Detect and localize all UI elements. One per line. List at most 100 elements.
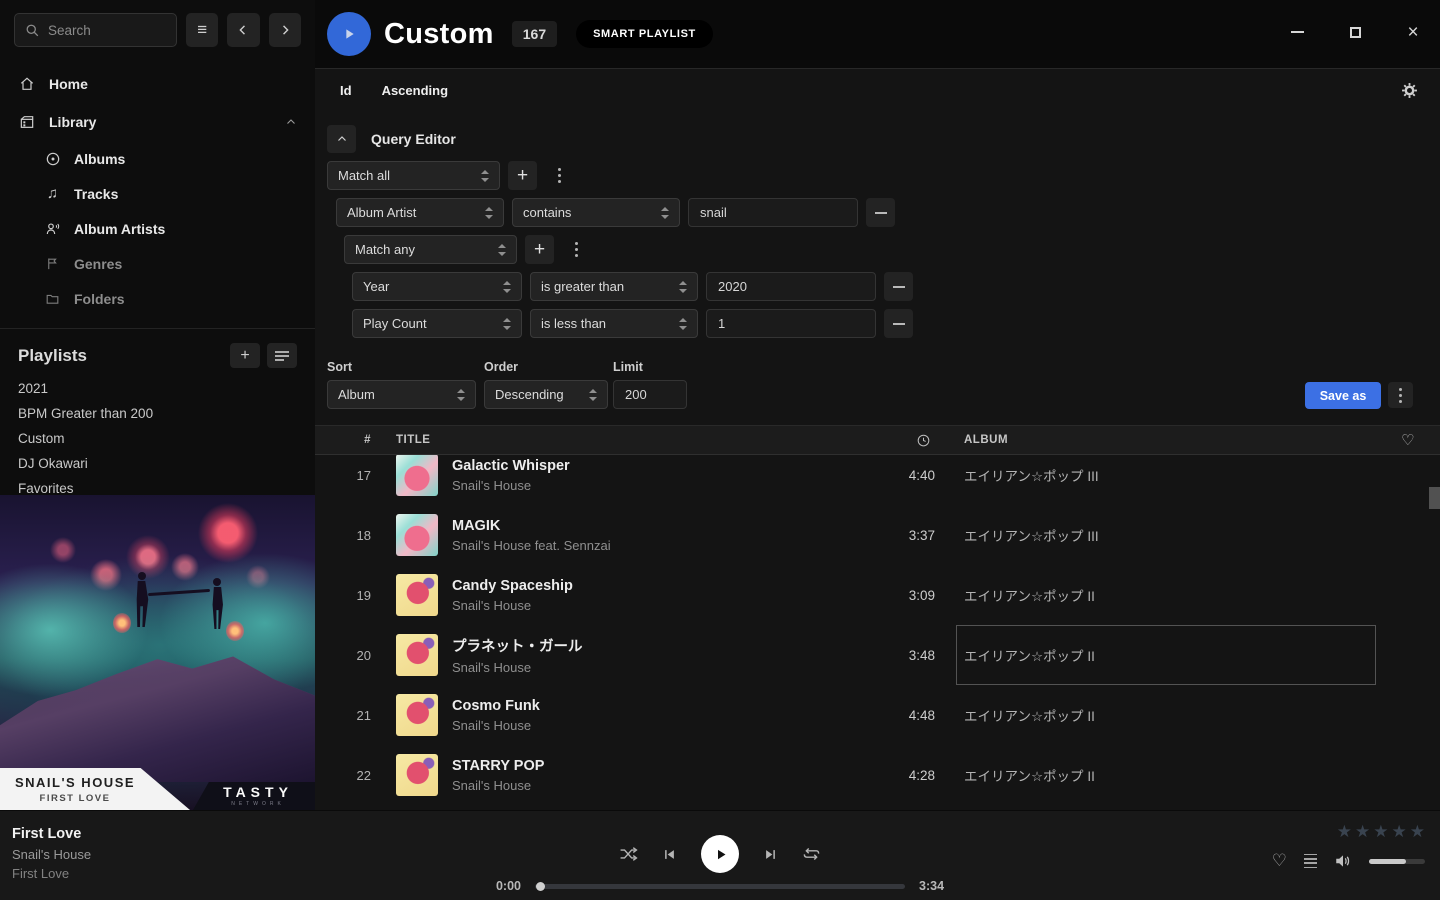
track-title[interactable]: MAGIK xyxy=(452,518,815,534)
sidebar-item-library[interactable]: Library xyxy=(0,103,315,141)
collapse-query-editor-button[interactable] xyxy=(327,125,356,153)
column-header-album[interactable]: ALBUM xyxy=(956,434,1376,446)
track-album[interactable]: エイリアン☆ポップ II xyxy=(956,685,1376,745)
add-playlist-button[interactable]: + xyxy=(230,343,260,368)
menu-button[interactable]: ≡ xyxy=(186,13,218,47)
remove-rule-button[interactable] xyxy=(884,309,913,338)
seek-slider[interactable] xyxy=(535,884,905,889)
star-icon[interactable]: ★ xyxy=(1410,822,1425,842)
remove-rule-button[interactable] xyxy=(866,198,895,227)
root-match-select[interactable]: Match all xyxy=(327,161,500,190)
track-artist[interactable]: Snail's House feat. Sennzai xyxy=(452,538,815,553)
track-artist[interactable]: Snail's House xyxy=(452,478,815,493)
playlist-item[interactable]: 2021 xyxy=(18,376,297,401)
rule-value-input[interactable] xyxy=(706,309,876,338)
previous-button[interactable] xyxy=(662,847,677,862)
playlist-item[interactable]: DJ Okawari xyxy=(18,451,297,476)
track-count-badge: 167 xyxy=(512,21,557,47)
maximize-button[interactable] xyxy=(1340,17,1370,47)
search-input[interactable] xyxy=(48,23,166,38)
repeat-button[interactable] xyxy=(802,846,821,862)
track-artist[interactable]: Snail's House xyxy=(452,778,815,793)
volume-slider[interactable] xyxy=(1369,859,1425,864)
table-row[interactable]: 18 MAGIK Snail's House feat. Sennzai 3:3… xyxy=(315,505,1440,565)
add-rule-button[interactable]: + xyxy=(508,161,537,190)
search-box[interactable] xyxy=(14,13,177,47)
forward-button[interactable] xyxy=(269,13,301,47)
favorite-button[interactable]: ♡ xyxy=(1272,851,1287,871)
star-icon[interactable]: ★ xyxy=(1392,822,1407,842)
sidebar-item-folders[interactable]: Folders xyxy=(0,281,315,316)
sidebar-item-home[interactable]: Home xyxy=(0,65,315,103)
minimize-button[interactable] xyxy=(1282,17,1312,47)
queue-button[interactable] xyxy=(1304,854,1317,869)
scrollbar-thumb[interactable] xyxy=(1429,487,1440,509)
table-row[interactable]: 20 プラネット・ガール Snail's House 3:48 エイリアン☆ポッ… xyxy=(315,625,1440,685)
rule-field-select[interactable]: Album Artist xyxy=(336,198,504,227)
rule-menu-button[interactable] xyxy=(545,161,574,190)
add-group-rule-button[interactable]: + xyxy=(525,235,554,264)
star-icon[interactable]: ★ xyxy=(1337,822,1352,842)
track-artist[interactable]: Snail's House xyxy=(452,598,815,613)
settings-button[interactable] xyxy=(1401,82,1418,99)
track-title[interactable]: Cosmo Funk xyxy=(452,698,815,714)
sidebar-item-album-artists[interactable]: Album Artists xyxy=(0,211,315,246)
track-title[interactable]: プラネット・ガール xyxy=(452,635,815,656)
shuffle-button[interactable] xyxy=(619,846,638,862)
sort-field-button[interactable]: Id xyxy=(340,83,352,98)
track-album[interactable]: エイリアン☆ポップ II xyxy=(956,625,1376,685)
track-album[interactable]: エイリアン☆ポップ III xyxy=(956,505,1376,565)
sidebar-item-genres[interactable]: Genres xyxy=(0,246,315,281)
track-album[interactable]: エイリアン☆ポップ III xyxy=(956,455,1376,505)
track-thumbnail xyxy=(396,694,438,736)
now-playing-album-art[interactable]: SNAIL'S HOUSE FIRST LOVE TASTY NETWORK xyxy=(0,495,315,810)
group-match-select[interactable]: Match any xyxy=(344,235,517,264)
rule-operator-select[interactable]: is less than xyxy=(530,309,698,338)
rule-operator-select[interactable]: is greater than xyxy=(530,272,698,301)
rule-operator-select[interactable]: contains xyxy=(512,198,680,227)
row-number: 22 xyxy=(335,768,371,783)
table-row[interactable]: 22 STARRY POP Snail's House 4:28 エイリアン☆ポ… xyxy=(315,745,1440,805)
close-button[interactable]: × xyxy=(1398,17,1428,47)
order-select[interactable]: Descending xyxy=(484,380,608,409)
rule-field-select[interactable]: Play Count xyxy=(352,309,522,338)
playlist-item[interactable]: BPM Greater than 200 xyxy=(18,401,297,426)
next-button[interactable] xyxy=(763,847,778,862)
group-menu-button[interactable] xyxy=(562,235,591,264)
play-playlist-button[interactable] xyxy=(327,12,371,56)
column-header-index[interactable]: # xyxy=(335,434,371,446)
track-title[interactable]: STARRY POP xyxy=(452,758,815,774)
heart-icon[interactable]: ♡ xyxy=(1376,431,1440,449)
rule-value-input[interactable] xyxy=(688,198,858,227)
track-artist[interactable]: Snail's House xyxy=(452,718,815,733)
save-as-button[interactable]: Save as xyxy=(1305,382,1381,409)
star-icon[interactable]: ★ xyxy=(1373,822,1388,842)
play-button[interactable] xyxy=(701,835,739,873)
track-title[interactable]: Galactic Whisper xyxy=(452,458,815,474)
seek-handle[interactable] xyxy=(536,882,545,891)
sidebar-item-tracks[interactable]: ♫ Tracks xyxy=(0,176,315,211)
sidebar-item-albums[interactable]: Albums xyxy=(0,141,315,176)
back-button[interactable] xyxy=(227,13,259,47)
track-artist[interactable]: Snail's House xyxy=(452,660,815,675)
limit-input[interactable] xyxy=(613,380,687,409)
track-title[interactable]: Candy Spaceship xyxy=(452,578,815,594)
table-row[interactable]: 17 Galactic Whisper Snail's House 4:40 エ… xyxy=(315,455,1440,505)
column-header-duration[interactable] xyxy=(815,433,935,448)
sort-direction-button[interactable]: Ascending xyxy=(382,83,448,98)
table-row[interactable]: 21 Cosmo Funk Snail's House 4:48 エイリアン☆ポ… xyxy=(315,685,1440,745)
column-header-title[interactable]: TITLE xyxy=(396,434,815,446)
star-icon[interactable]: ★ xyxy=(1355,822,1370,842)
rule-field-select[interactable]: Year xyxy=(352,272,522,301)
remove-rule-button[interactable] xyxy=(884,272,913,301)
playlist-list-button[interactable] xyxy=(267,343,297,368)
playlist-item[interactable]: Custom xyxy=(18,426,297,451)
sort-select[interactable]: Album xyxy=(327,380,476,409)
save-menu-button[interactable] xyxy=(1388,382,1413,408)
track-album[interactable]: エイリアン☆ポップ II xyxy=(956,565,1376,625)
volume-button[interactable] xyxy=(1334,853,1352,869)
track-album[interactable]: エイリアン☆ポップ II xyxy=(956,745,1376,805)
chevron-up-icon[interactable] xyxy=(285,116,297,128)
table-row[interactable]: 19 Candy Spaceship Snail's House 3:09 エイ… xyxy=(315,565,1440,625)
rule-value-input[interactable] xyxy=(706,272,876,301)
